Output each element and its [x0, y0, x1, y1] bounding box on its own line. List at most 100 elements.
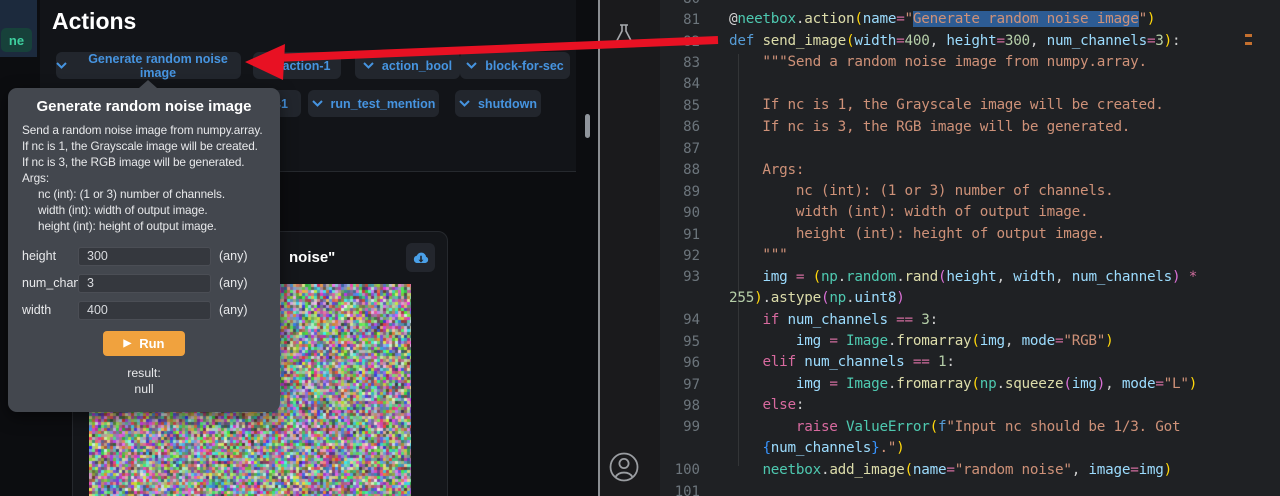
field-hint: (any) [219, 303, 247, 317]
code-line: 99 raise ValueError(f"Input nc should be… [660, 417, 1280, 438]
num-channels-field[interactable] [78, 274, 211, 293]
code-line: 80 [660, 0, 1280, 9]
screenshot-root: ne Actions Generate random noise image a… [0, 0, 1280, 496]
line-number: 83 [660, 55, 700, 71]
form-row: width (any) [8, 300, 280, 320]
line-number: 86 [660, 119, 700, 135]
cloud-download-icon [412, 251, 430, 265]
code-line: 91 height (int): height of output image. [660, 224, 1280, 245]
field-label-width: width [8, 303, 78, 317]
height-field[interactable] [78, 247, 211, 266]
line-number: 88 [660, 162, 700, 178]
line-number: 89 [660, 184, 700, 200]
code-line: 93 img = (np.random.rand(height, width, … [660, 267, 1280, 288]
code-line: 90 width (int): width of output image. [660, 202, 1280, 223]
action-button-generate-noise[interactable]: Generate random noise image [56, 52, 241, 79]
line-number: 85 [660, 98, 700, 114]
line-number: 87 [660, 141, 700, 157]
chevron-down-icon [56, 62, 67, 69]
code-line: 96 elif num_channels == 1: [660, 352, 1280, 373]
code-line: 81@neetbox.action(name="Generate random … [660, 9, 1280, 30]
play-icon: ▶ [124, 338, 132, 349]
chevron-down-icon [363, 62, 374, 69]
line-number: 91 [660, 227, 700, 243]
code-line: 86 If nc is 3, the RGB image will be gen… [660, 117, 1280, 138]
overview-ruler-mark [1245, 34, 1252, 37]
tooltip-desc-line: Send a random noise image from numpy.arr… [22, 122, 266, 138]
tooltip-title: Generate random noise image [8, 98, 280, 115]
field-label-height: height [8, 249, 78, 263]
width-field[interactable] [78, 301, 211, 320]
run-button[interactable]: ▶ Run [103, 331, 185, 356]
testing-flask-icon[interactable] [611, 22, 637, 48]
line-number: 84 [660, 76, 700, 92]
field-hint: (any) [219, 249, 247, 263]
code-line: 88 Args: [660, 160, 1280, 181]
download-image-button[interactable] [406, 243, 435, 272]
project-badge[interactable]: ne [1, 28, 32, 52]
field-hint: (any) [219, 276, 247, 290]
code-line: 87 [660, 138, 1280, 159]
action-button-block-for-sec[interactable]: block-for-sec [460, 52, 570, 79]
code-line: 89 nc (int): (1 or 3) number of channels… [660, 181, 1280, 202]
tooltip-description: Send a random noise image from numpy.arr… [8, 122, 280, 234]
tooltip-arg-line: height (int): height of output image. [22, 218, 266, 234]
code-line: 95 img = Image.fromarray(img, mode="RGB"… [660, 331, 1280, 352]
line-number: 90 [660, 205, 700, 221]
web-scrollbar-thumb[interactable] [585, 114, 590, 138]
code-editor[interactable]: 80 81@neetbox.action(name="Generate rando… [660, 0, 1280, 496]
code-line: 94 if num_channels == 3: [660, 310, 1280, 331]
form-row: height (any) [8, 246, 280, 266]
line-number: 95 [660, 334, 700, 350]
code-line: 100 neetbox.add_image(name="random noise… [660, 460, 1280, 481]
action-button-shutdown[interactable]: shutdown [455, 90, 541, 117]
line-number: 94 [660, 312, 700, 328]
code-line: 255).astype(np.uint8) [660, 288, 1280, 309]
line-number: 98 [660, 398, 700, 414]
chevron-down-icon [312, 100, 323, 107]
tooltip-arg-line: nc (int): (1 or 3) number of channels. [22, 186, 266, 202]
line-number: 80 [660, 0, 700, 7]
action-tooltip: Generate random noise image Send a rando… [8, 88, 280, 412]
chevron-down-icon [459, 100, 470, 107]
tooltip-desc-line: Args: [22, 170, 266, 186]
code-line: 97 img = Image.fromarray(np.squeeze(img)… [660, 374, 1280, 395]
tooltip-arg-line: width (int): width of output image. [22, 202, 266, 218]
neetbox-web-panel: ne Actions Generate random noise image a… [0, 0, 598, 496]
code-line: 82def send_image(width=400, height=300, … [660, 31, 1280, 52]
line-number: 82 [660, 34, 700, 50]
tooltip-result: result: null [8, 365, 280, 397]
line-number: 92 [660, 248, 700, 264]
account-icon[interactable] [607, 450, 641, 484]
tooltip-form: height (any) num_chan... (any) width (an… [8, 246, 280, 320]
code-line: 92 """ [660, 245, 1280, 266]
code-line: 101 [660, 481, 1280, 496]
line-number: 101 [660, 484, 700, 496]
code-line: 83 """Send a random noise image from num… [660, 52, 1280, 73]
result-label: result: [8, 365, 280, 381]
line-number: 100 [660, 462, 700, 478]
field-label-num-channels: num_chan... [8, 276, 78, 290]
line-number: 93 [660, 269, 700, 285]
sidebar-stub: ne [0, 0, 37, 57]
code-line: 98 else: [660, 395, 1280, 416]
code-line: 84 [660, 74, 1280, 95]
line-number: 99 [660, 419, 700, 435]
code-rows: 80 81@neetbox.action(name="Generate rando… [660, 0, 1280, 496]
tooltip-desc-line: If nc is 1, the Grayscale image will be … [22, 138, 266, 154]
tooltip-desc-line: If nc is 3, the RGB image will be genera… [22, 154, 266, 170]
code-line: 85 If nc is 1, the Grayscale image will … [660, 95, 1280, 116]
action-button-action-1[interactable]: action-1 [253, 52, 341, 79]
actions-heading: Actions [52, 8, 136, 35]
line-number: 96 [660, 355, 700, 371]
action-button-action-bool[interactable]: action_bool [355, 52, 460, 79]
line-number: 97 [660, 377, 700, 393]
form-row: num_chan... (any) [8, 273, 280, 293]
activity-bar [598, 0, 660, 496]
code-line: {num_channels}.") [660, 438, 1280, 459]
chevron-down-icon [264, 62, 275, 69]
action-button-run-test-mention[interactable]: run_test_mention [308, 90, 439, 117]
chevron-down-icon [466, 62, 477, 69]
line-number: 81 [660, 12, 700, 28]
result-value: null [8, 381, 280, 397]
